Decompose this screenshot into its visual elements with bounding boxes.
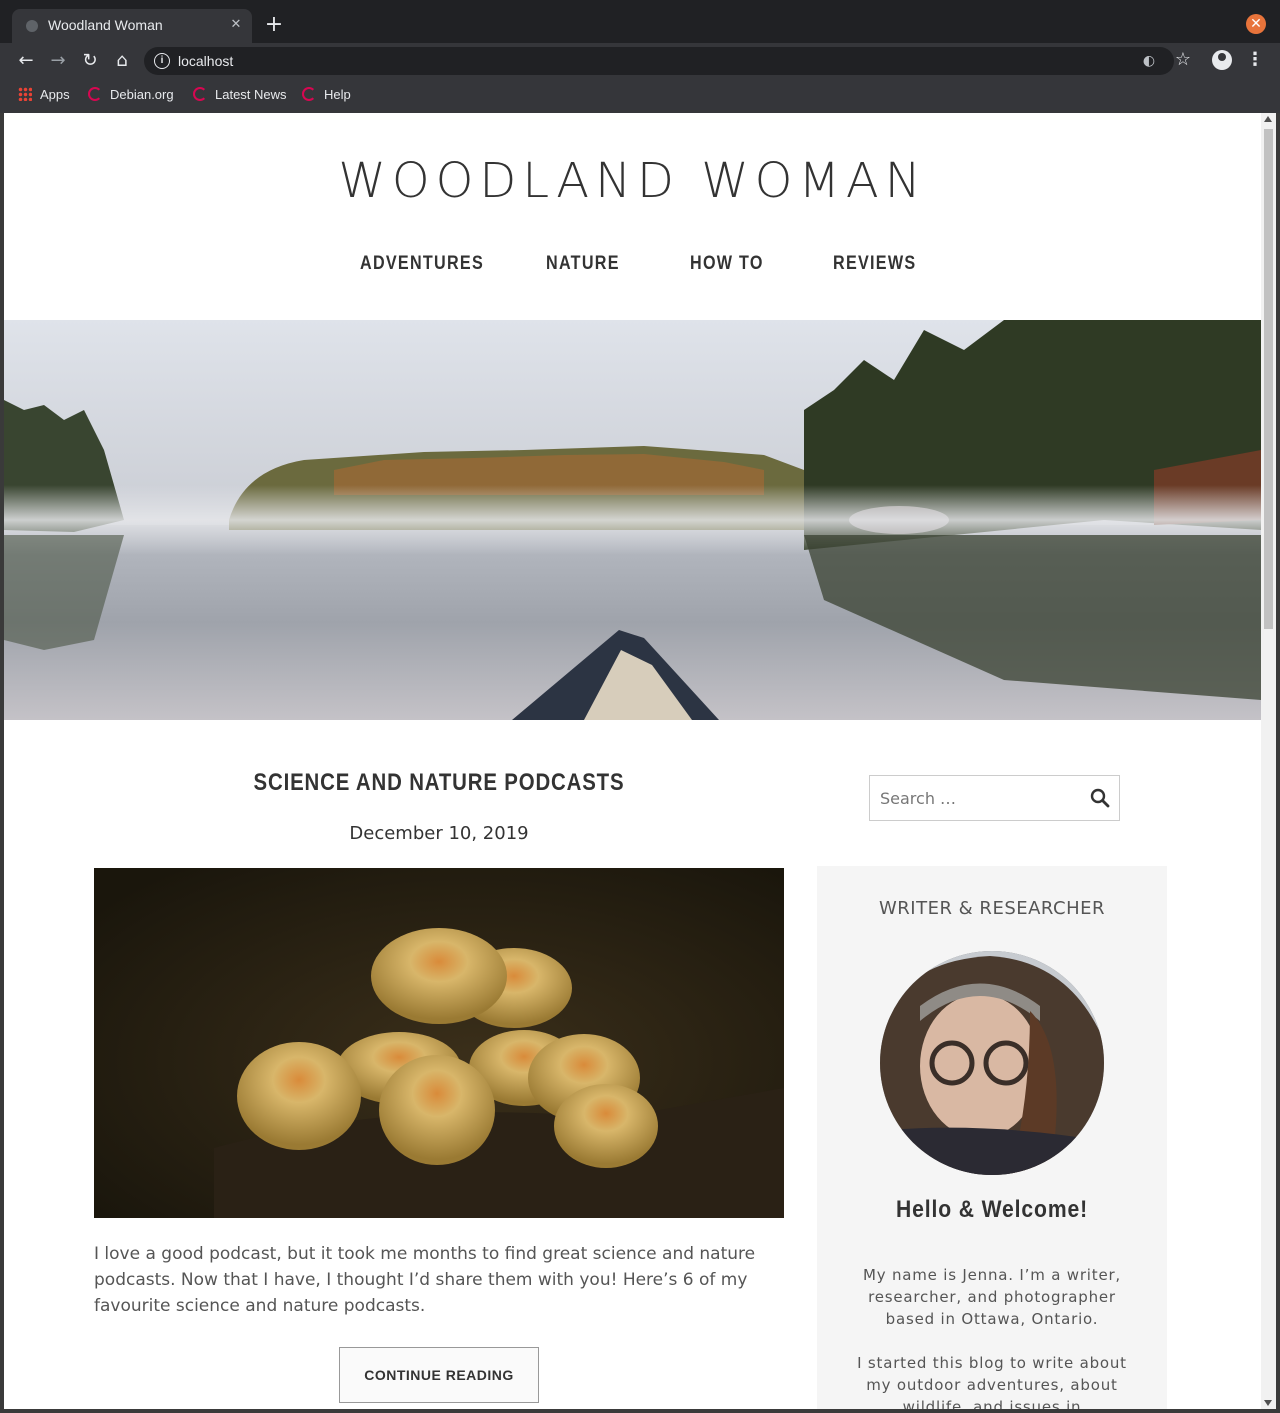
browser-menu-icon[interactable]: ⋮: [1246, 49, 1264, 71]
nav-nature[interactable]: NATURE: [546, 253, 620, 275]
post-title[interactable]: SCIENCE AND NATURE PODCASTS: [146, 769, 733, 797]
search-icon[interactable]: [1089, 787, 1111, 809]
tab-strip: Woodland Woman ✕ + ✕: [0, 0, 1280, 43]
tab-title: Woodland Woman: [48, 17, 163, 33]
home-icon[interactable]: ⌂: [110, 49, 134, 73]
bookmarks-bar: Apps Debian.org Latest News Help: [0, 79, 1280, 113]
cookie-blocked-icon[interactable]: ◐: [1140, 52, 1158, 70]
debian-swirl-icon: [302, 87, 316, 101]
bookmark-help[interactable]: Help: [302, 85, 351, 105]
reload-icon[interactable]: ↻: [78, 49, 102, 73]
new-tab-button[interactable]: +: [262, 13, 286, 37]
browser-chrome: Woodland Woman ✕ + ✕ ← → ↻ ⌂ i localhost…: [0, 0, 1280, 113]
post-image[interactable]: [94, 868, 784, 1218]
scrollbar-thumb[interactable]: [1264, 129, 1273, 629]
bookmark-star-icon[interactable]: ☆: [1172, 49, 1194, 71]
profile-avatar-icon[interactable]: [1212, 50, 1232, 70]
page-scrollbar[interactable]: [1261, 113, 1276, 1409]
avatar: [880, 951, 1104, 1175]
window-close-button[interactable]: ✕: [1246, 14, 1266, 34]
bookmark-latest-news[interactable]: Latest News: [193, 85, 287, 105]
bookmark-debian[interactable]: Debian.org: [88, 85, 174, 105]
bookmark-apps[interactable]: Apps: [18, 85, 70, 105]
url-text[interactable]: localhost: [178, 53, 233, 69]
apps-grid-icon: [18, 87, 32, 101]
browser-tab[interactable]: Woodland Woman ✕: [12, 9, 252, 43]
about-paragraph: My name is Jenna. I’m a writer, research…: [862, 1266, 1122, 1328]
scroll-down-icon[interactable]: [1264, 1400, 1272, 1406]
nav-adventures[interactable]: ADVENTURES: [360, 253, 484, 275]
about-heading: WRITER & RESEARCHER: [878, 898, 1106, 919]
forward-icon[interactable]: →: [46, 49, 70, 73]
search-input[interactable]: [880, 786, 1080, 810]
browser-toolbar: ← → ↻ ⌂ i localhost ◐ ☆ ⋮: [0, 43, 1280, 79]
search-form: [869, 775, 1120, 821]
debian-swirl-icon: [193, 87, 207, 101]
debian-swirl-icon: [88, 87, 102, 101]
post-excerpt: I love a good podcast, but it took me mo…: [94, 1244, 756, 1316]
site-info-icon[interactable]: i: [154, 53, 170, 69]
tab-close-icon[interactable]: ✕: [228, 17, 244, 33]
continue-reading-button[interactable]: CONTINUE READING: [339, 1347, 539, 1403]
hero-image: [4, 320, 1261, 720]
page-viewport: WOODLAND WOMAN ADVENTURES NATURE HOW TO …: [4, 113, 1261, 1409]
about-widget: WRITER & RESEARCHER Hello & Welcome! My …: [817, 866, 1167, 1409]
scroll-up-icon[interactable]: [1264, 116, 1272, 122]
back-icon[interactable]: ←: [14, 49, 38, 73]
site-title[interactable]: WOODLAND WOMAN: [4, 153, 1261, 209]
post-date: December 10, 2019: [349, 823, 529, 844]
about-paragraph: I started this blog to write about my ou…: [857, 1354, 1127, 1409]
nav-how-to[interactable]: HOW TO: [690, 253, 764, 275]
about-text: My name is Jenna. I’m a writer, research…: [847, 1264, 1137, 1409]
welcome-heading: Hello & Welcome!: [895, 1196, 1089, 1223]
tab-favicon-icon: [26, 20, 38, 32]
address-bar[interactable]: i localhost ◐: [144, 47, 1174, 75]
nav-reviews[interactable]: REVIEWS: [833, 253, 916, 275]
